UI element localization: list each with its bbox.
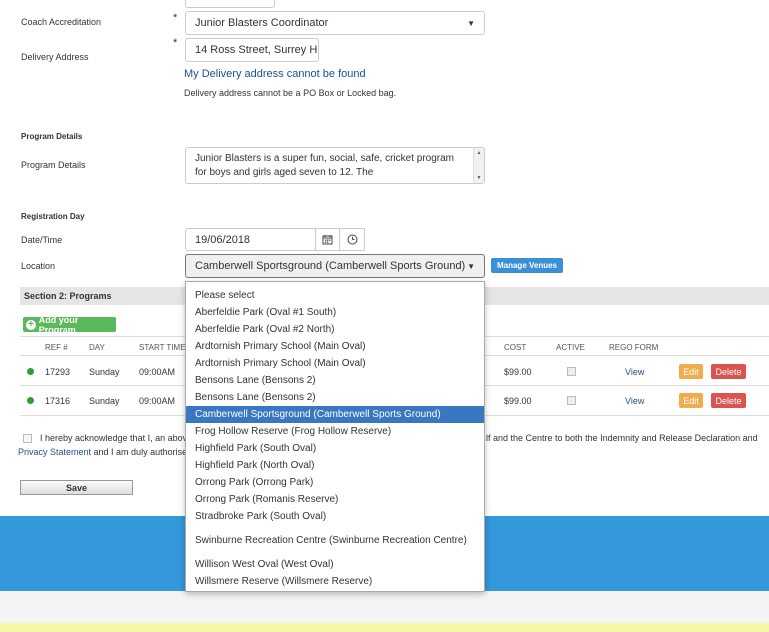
dropdown-option[interactable]: Ardtornish Primary School (Main Oval): [186, 338, 484, 355]
dropdown-option[interactable]: Swinburne Recreation Centre (Swinburne R…: [186, 525, 484, 556]
dropdown-option[interactable]: Camberwell Sportsground (Camberwell Spor…: [186, 406, 484, 423]
dropdown-option[interactable]: Highfield Park (South Oval): [186, 440, 484, 457]
location-label: Location: [21, 261, 56, 271]
section-2-title: Section 2: Programs: [24, 291, 112, 301]
date-value: 19/06/2018: [195, 233, 251, 246]
dropdown-options: Please select Aberfeldie Park (Oval #1 So…: [186, 282, 484, 590]
clock-icon: [347, 234, 357, 245]
add-program-button[interactable]: + Add your Program: [23, 314, 116, 335]
delivery-address-input[interactable]: 14 Ross Street, Surrey H: [185, 38, 319, 62]
acknowledge-text-end: lf and the Centre to both the Indemnity …: [486, 433, 758, 443]
row-edit-button[interactable]: Edit: [679, 393, 703, 408]
dropdown-option[interactable]: Please select: [186, 287, 484, 304]
dropdown-option[interactable]: Ardtornish Primary School (Main Oval): [186, 355, 484, 372]
program-details-textarea[interactable]: Junior Blasters is a super fun, social, …: [185, 147, 485, 184]
col-ref: REF #: [45, 343, 68, 352]
row-day: Sunday: [89, 367, 120, 377]
footer-light-band: [0, 591, 769, 623]
clock-button[interactable]: [339, 228, 365, 251]
required-marker: *: [173, 37, 178, 49]
program-details-heading: Program Details: [21, 132, 83, 141]
program-details-label: Program Details: [21, 160, 86, 170]
footer-yellow-band: [0, 623, 769, 632]
dropdown-option[interactable]: Aberfeldie Park (Oval #2 North): [186, 321, 484, 338]
privacy-statement-link[interactable]: Privacy Statement: [18, 447, 91, 457]
save-button[interactable]: Save: [20, 480, 133, 495]
row-view-link[interactable]: View: [625, 367, 644, 377]
chevron-down-icon: ▼: [467, 261, 475, 271]
dropdown-option[interactable]: Bensons Lane (Bensons 2): [186, 372, 484, 389]
col-start-time: START TIME: [139, 343, 186, 352]
dropdown-option[interactable]: Orrong Park (Romanis Reserve): [186, 491, 484, 508]
col-cost: COST: [504, 343, 527, 352]
row-delete-button[interactable]: Delete: [711, 393, 746, 408]
status-dot-icon: [27, 368, 34, 375]
manage-venues-button[interactable]: Manage Venues: [491, 258, 563, 273]
registration-day-heading: Registration Day: [21, 212, 85, 221]
required-marker: *: [173, 12, 178, 24]
acknowledge-line2: Privacy Statement and I am duly authoris…: [18, 447, 187, 457]
scroll-down-icon[interactable]: ▼: [474, 175, 484, 181]
dropdown-option[interactable]: Orrong Park (Orrong Park): [186, 474, 484, 491]
location-value: Camberwell Sportsground (Camberwell Spor…: [195, 260, 466, 272]
row-active-checkbox[interactable]: [567, 367, 576, 376]
row-start: 09:00AM: [139, 367, 176, 377]
calendar-icon: [322, 235, 333, 245]
dropdown-option[interactable]: Willsmere Reserve (Willsmere Reserve): [186, 573, 484, 590]
scroll-up-icon[interactable]: ▲: [474, 150, 484, 156]
location-dropdown-list[interactable]: Please select Aberfeldie Park (Oval #1 So…: [185, 281, 485, 592]
coach-accreditation-select[interactable]: Junior Blasters Coordinator ▼: [185, 11, 485, 35]
dropdown-option[interactable]: Aberfeldie Park (Oval #1 South): [186, 304, 484, 321]
delivery-address-note: Delivery address cannot be a PO Box or L…: [184, 88, 397, 98]
plus-circle-icon: +: [26, 318, 36, 330]
row-cost: $99.00: [504, 367, 532, 377]
col-rego-form: REGO FORM: [609, 343, 659, 352]
dropdown-option[interactable]: Frog Hollow Reserve (Frog Hollow Reserve…: [186, 423, 484, 440]
row-day: Sunday: [89, 396, 120, 406]
datetime-label: Date/Time: [21, 235, 63, 245]
col-day: DAY: [89, 343, 105, 352]
chevron-down-icon: ▼: [467, 18, 475, 28]
acknowledge-text-start: I hereby acknowledge that I, an abov: [40, 433, 188, 443]
row-cost: $99.00: [504, 396, 532, 406]
acknowledge-text-end-label: lf and the Centre to both the Indemnity …: [486, 433, 758, 443]
dropdown-option[interactable]: Bensons Lane (Bensons 2): [186, 389, 484, 406]
coach-accreditation-value: Junior Blasters Coordinator: [195, 17, 329, 29]
previous-field[interactable]: [185, 0, 275, 8]
delivery-address-not-found-link[interactable]: My Delivery address cannot be found: [184, 68, 366, 80]
row-ref: 17316: [45, 396, 71, 406]
calendar-button[interactable]: [315, 228, 340, 251]
status-dot-icon: [27, 397, 34, 404]
col-active: ACTIVE: [556, 343, 585, 352]
coach-accreditation-label: Coach Accreditation: [21, 17, 102, 27]
dropdown-option[interactable]: Highfield Park (North Oval): [186, 457, 484, 474]
acknowledge-checkbox[interactable]: [23, 434, 32, 443]
row-ref: 17293: [45, 367, 71, 377]
row-view-link[interactable]: View: [625, 396, 644, 406]
program-details-text: Junior Blasters is a super fun, social, …: [195, 153, 454, 178]
row-delete-button[interactable]: Delete: [711, 364, 746, 379]
row-start: 09:00AM: [139, 396, 176, 406]
dropdown-option[interactable]: Stradbroke Park (South Oval): [186, 508, 484, 525]
date-input[interactable]: 19/06/2018: [185, 228, 316, 251]
location-select[interactable]: Camberwell Sportsground (Camberwell Spor…: [185, 254, 485, 278]
add-program-label: Add your Program: [38, 314, 79, 335]
row-edit-button[interactable]: Edit: [679, 364, 703, 379]
delivery-address-value: 14 Ross Street, Surrey H: [195, 44, 318, 56]
row-active-checkbox[interactable]: [567, 396, 576, 405]
dropdown-option[interactable]: Willison West Oval (West Oval): [186, 556, 484, 573]
acknowledge-line2-text: and I am duly authorise: [91, 447, 188, 457]
delivery-address-label: Delivery Address: [21, 52, 89, 62]
textarea-scrollbar[interactable]: ▲ ▼: [473, 148, 484, 183]
